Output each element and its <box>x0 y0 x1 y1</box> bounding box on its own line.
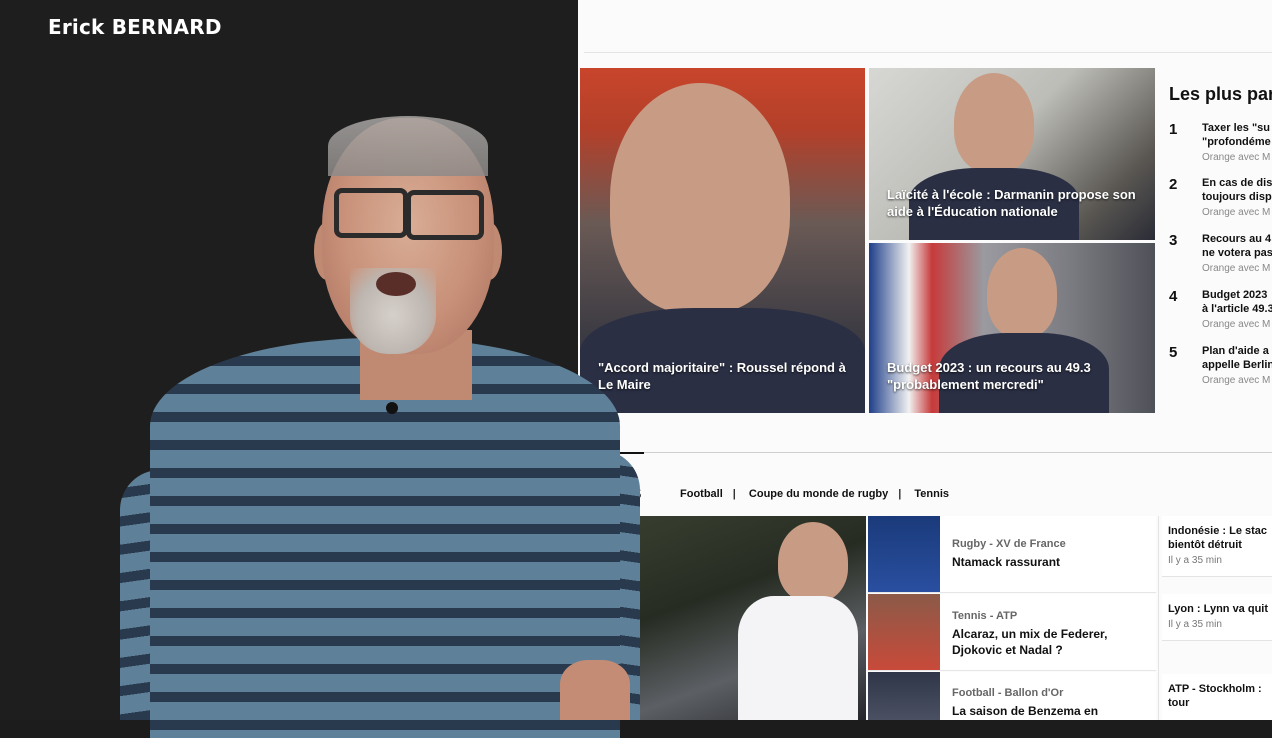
popular-item-line2: appelle Berlin <box>1202 359 1272 371</box>
microphone-icon <box>386 402 398 414</box>
popular-item-line1: Recours au 4 <box>1202 233 1272 245</box>
side-news-title: ATP - Stockholm : <box>1168 683 1262 695</box>
side-news-item[interactable]: ATP - Stockholm : tour <box>1162 674 1272 720</box>
side-news-item[interactable]: Lyon : Lynn va quit Il y a 35 min <box>1162 594 1272 641</box>
popular-item-line1: En cas de dis <box>1202 177 1272 189</box>
popular-item-line1: Budget 2023 <box>1202 289 1268 301</box>
headline-top-right-caption: Laïcité à l'école : Darmanin propose son… <box>887 187 1136 219</box>
sports-article-thumbnail <box>868 516 940 592</box>
side-news-title-line2: tour <box>1168 697 1190 709</box>
headline-bottom-right[interactable]: Budget 2023 : un recours au 49.3 "probab… <box>869 243 1155 413</box>
side-news-time: Il y a 35 min <box>1168 555 1222 566</box>
sports-divider <box>602 452 1272 453</box>
presenter-mouth <box>376 272 416 296</box>
popular-item-line2: à l'article 49.3 <box>1202 303 1272 315</box>
popular-item-source: Orange avec M <box>1202 207 1271 218</box>
sports-article[interactable]: Tennis - ATP Alcaraz, un mix de Federer,… <box>868 594 1156 671</box>
sports-article-title: La saison de Benzema en <box>952 704 1099 718</box>
sports-article-category: Football - Ballon d'Or <box>952 687 1064 699</box>
popular-item-line1: Taxer les "su <box>1202 122 1270 134</box>
popular-title: Les plus par <box>1169 84 1272 104</box>
header-divider <box>584 52 1272 53</box>
presenter-hair <box>328 116 488 176</box>
sports-nav-football[interactable]: Football <box>680 488 723 500</box>
popular-item-source: Orange avec M <box>1202 375 1271 386</box>
sports-article[interactable]: Football - Ballon d'Or La saison de Benz… <box>868 672 1156 720</box>
sports-article-thumbnail <box>868 594 940 670</box>
sports-article-title: Ntamack rassurant <box>952 555 1061 569</box>
popular-item-line2: ne votera pas <box>1202 247 1272 259</box>
popular-item-number: 3 <box>1169 232 1178 249</box>
headline-bottom-right-caption: Budget 2023 : un recours au 49.3 "probab… <box>887 360 1091 392</box>
nav-separator: | <box>732 488 736 500</box>
side-news-time: Il y a 35 min <box>1168 619 1222 630</box>
sports-main-photo-jersey <box>738 596 858 720</box>
popular-item-line2: toujours disp <box>1202 191 1272 203</box>
popular-item-line2: "profondéme <box>1202 136 1271 148</box>
popular-item-number: 1 <box>1169 121 1178 138</box>
glasses-icon <box>334 188 408 238</box>
side-news-title-line2: bientôt détruit <box>1168 539 1242 551</box>
popular-item-number: 4 <box>1169 288 1178 305</box>
side-news-title: Lyon : Lynn va quit <box>1168 603 1269 615</box>
glasses-icon <box>406 190 484 240</box>
sports-nav-rugby-world-cup[interactable]: Coupe du monde de rugby <box>749 488 888 500</box>
popular-item-number: 5 <box>1169 344 1178 361</box>
popular-item-source: Orange avec M <box>1202 263 1271 274</box>
headline-bottom-right-photo <box>987 248 1057 338</box>
popular-item-number: 2 <box>1169 176 1178 193</box>
sports-article-category: Rugby - XV de France <box>952 538 1066 550</box>
sports-article-title: Alcaraz, un mix de Federer, <box>952 627 1108 641</box>
presenter-hand <box>560 660 630 720</box>
headline-top-right[interactable]: Laïcité à l'école : Darmanin propose son… <box>869 68 1155 240</box>
popular-item-source: Orange avec M <box>1202 319 1271 330</box>
nav-separator: | <box>898 488 902 500</box>
side-news-title: Indonésie : Le stac <box>1168 525 1268 537</box>
column-divider <box>1158 516 1159 720</box>
headline-top-right-photo <box>954 73 1034 173</box>
sports-main-photo-player <box>778 522 848 602</box>
sports-article-thumbnail <box>868 672 940 720</box>
side-news-item[interactable]: Indonésie : Le stac bientôt détruit Il y… <box>1162 516 1272 577</box>
sports-nav-tennis[interactable]: Tennis <box>914 488 949 500</box>
sports-nav: Football | Coupe du monde de rugby | Tenni… <box>680 488 959 500</box>
sports-article[interactable]: Rugby - XV de France Ntamack rassurant <box>868 516 1156 593</box>
presenter-figure <box>0 0 660 738</box>
news-webpage: "Accord majoritaire" : Roussel répond à … <box>578 0 1272 720</box>
sports-article-title-line2: Djokovic et Nadal ? <box>952 643 1063 657</box>
popular-item-source: Orange avec M <box>1202 152 1271 163</box>
sports-article-category: Tennis - ATP <box>952 610 1018 622</box>
popular-item-line1: Plan d'aide a <box>1202 345 1269 357</box>
